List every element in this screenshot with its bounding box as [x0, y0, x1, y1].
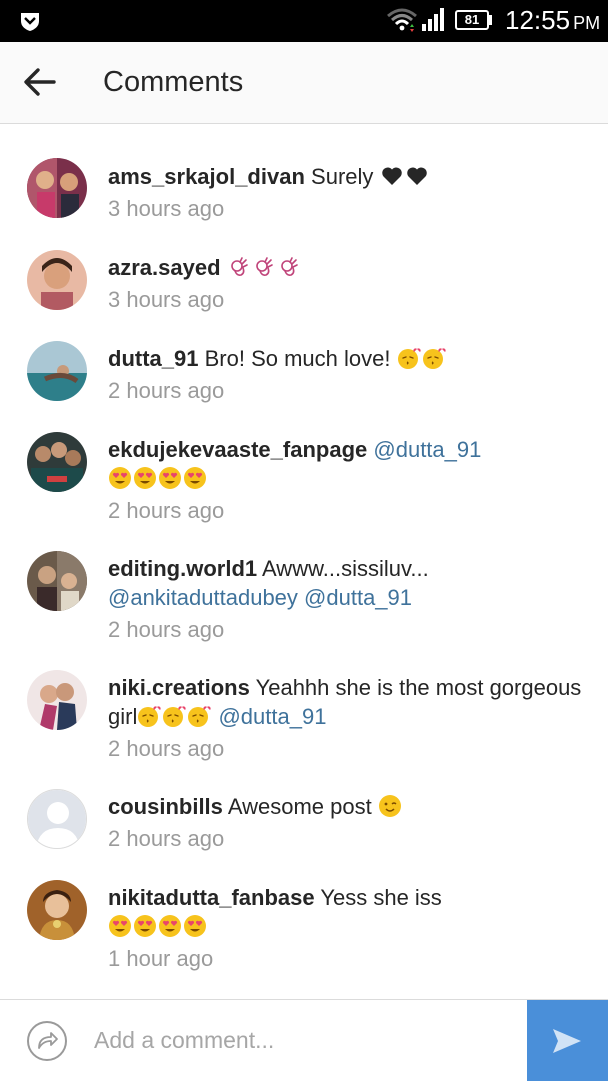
comment-username[interactable]: ams_srkajol_divan: [108, 164, 305, 189]
comment-text: editing.world1 Awww...sissiluv... @ankit…: [108, 554, 588, 612]
comment-text: nikitadutta_fanbase Yess she iss: [108, 883, 588, 941]
comment-username[interactable]: azra.sayed: [108, 255, 221, 280]
heart-emoji-icon: [405, 164, 429, 188]
back-arrow-icon[interactable]: [22, 64, 58, 100]
comment-timestamp: 2 hours ago: [108, 617, 225, 642]
wink-emoji-icon: [378, 794, 402, 818]
comment-username[interactable]: cousinbills: [108, 794, 223, 819]
comment-timestamp: 2 hours ago: [108, 826, 225, 851]
kiss-emoji-icon: [397, 346, 421, 370]
comment-body: Awww...sissiluv...: [262, 556, 429, 581]
comment-timestamp: 1 hour ago: [108, 946, 214, 971]
comment-timestamp: 2 hours ago: [108, 378, 225, 403]
battery-tip: [489, 15, 492, 25]
send-button[interactable]: [527, 1000, 608, 1081]
comment-text: cousinbills Awesome post: [108, 792, 588, 821]
heart-eyes-emoji-icon: [133, 914, 157, 938]
heart-eyes-emoji-icon: [133, 466, 157, 490]
header: Comments: [0, 42, 608, 124]
default-avatar-icon: [28, 790, 86, 848]
heart-eyes-emoji-icon: [108, 466, 132, 490]
comment-timestamp: 2 hours ago: [108, 498, 225, 523]
comment-username[interactable]: niki.creations: [108, 675, 250, 700]
comment-input[interactable]: [94, 1020, 514, 1060]
ok-hand-emoji-icon: [277, 255, 301, 279]
send-icon: [553, 1029, 581, 1053]
avatar[interactable]: [27, 158, 87, 218]
ok-hand-emoji-icon: [252, 255, 276, 279]
comment-username[interactable]: editing.world1: [108, 556, 257, 581]
comment-mention[interactable]: @ankitaduttadubey: [108, 585, 298, 610]
comment-text: ams_srkajol_divan Surely: [108, 162, 588, 191]
cell-signal-icon: [422, 8, 444, 31]
comment-text: niki.creations Yeahhh she is the most go…: [108, 673, 588, 731]
comment-mention[interactable]: @dutta_91: [373, 437, 481, 462]
heart-eyes-emoji-icon: [158, 914, 182, 938]
comment-timestamp: 3 hours ago: [108, 196, 225, 221]
comment-body: Yess she iss: [320, 885, 442, 910]
ok-hand-emoji-icon: [227, 255, 251, 279]
comment-username[interactable]: dutta_91: [108, 346, 198, 371]
comment-body: Awesome post: [227, 794, 372, 819]
avatar[interactable]: [27, 670, 87, 730]
avatar[interactable]: [27, 551, 87, 611]
comment-body: Surely: [311, 164, 374, 189]
status-ampm: PM: [573, 13, 601, 33]
reply-arrow-icon[interactable]: [26, 1020, 68, 1062]
comment-text: dutta_91 Bro! So much love!: [108, 344, 588, 373]
comment-username[interactable]: ekdujekevaaste_fanpage: [108, 437, 367, 462]
kiss-emoji-icon: [422, 346, 446, 370]
avatar[interactable]: [27, 880, 87, 940]
page-title: Comments: [103, 66, 244, 98]
status-bar: 81 12:55 PM: [0, 0, 608, 42]
comment-timestamp: 3 hours ago: [108, 287, 225, 312]
comment-body: Bro! So much love!: [204, 346, 391, 371]
heart-eyes-emoji-icon: [108, 914, 132, 938]
comment-composer: [0, 999, 608, 1081]
status-clock: 12:55 PM: [505, 5, 600, 36]
status-time: 12:55: [505, 5, 571, 35]
avatar[interactable]: [27, 789, 87, 849]
heart-emoji-icon: [380, 164, 404, 188]
comment-username[interactable]: nikitadutta_fanbase: [108, 885, 315, 910]
battery-icon: 81: [455, 10, 489, 30]
avatar[interactable]: [27, 250, 87, 310]
heart-eyes-emoji-icon: [183, 914, 207, 938]
comment-mention[interactable]: @dutta_91: [304, 585, 412, 610]
wifi-icon: [387, 8, 417, 32]
kiss-emoji-icon: [137, 704, 161, 728]
kiss-emoji-icon: [187, 704, 211, 728]
heart-eyes-emoji-icon: [158, 466, 182, 490]
comment-timestamp: 2 hours ago: [108, 736, 225, 761]
avatar[interactable]: [27, 341, 87, 401]
comment-text: ekdujekevaaste_fanpage @dutta_91: [108, 435, 588, 493]
kiss-emoji-icon: [162, 704, 186, 728]
comment-text: azra.sayed: [108, 253, 588, 282]
avatar[interactable]: [27, 432, 87, 492]
shield-notification-icon: [21, 13, 39, 31]
comment-mention[interactable]: @dutta_91: [218, 704, 326, 729]
heart-eyes-emoji-icon: [183, 466, 207, 490]
